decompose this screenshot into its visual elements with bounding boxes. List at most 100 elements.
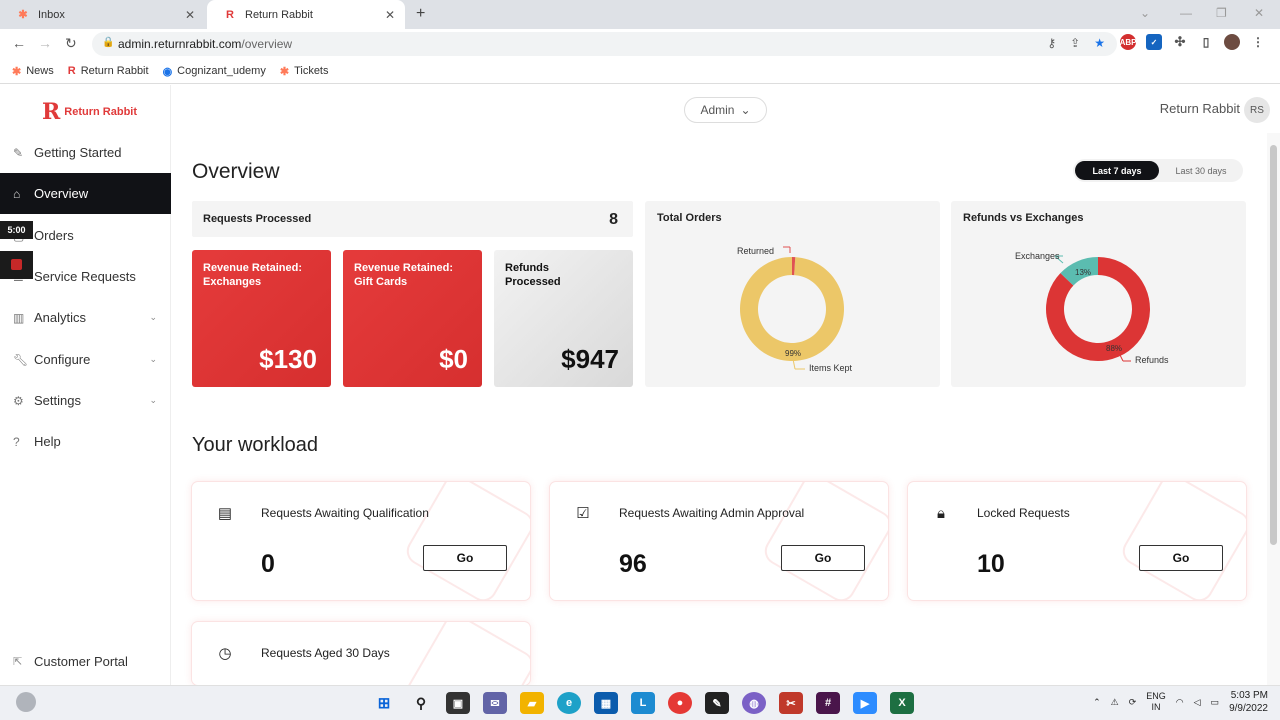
share-icon[interactable]: ⇪ [1070,36,1080,50]
back-icon[interactable]: ← [12,35,26,51]
extensions-bar: ABP ✓ ✣ ▯ ⋮ [1120,34,1266,50]
edge-icon[interactable]: e [557,692,581,714]
windows-start-icon[interactable]: ⊞ [372,692,396,714]
adblock-icon[interactable]: ABP [1120,34,1136,50]
scrollbar-thumb[interactable] [1270,145,1277,545]
close-window-button[interactable]: ✕ [1254,6,1264,20]
bookmark-news[interactable]: ✱ News [12,65,54,78]
sidebar-item-label: Orders [34,228,74,243]
search-icon[interactable]: ⚲ [409,692,433,714]
excel-icon[interactable]: X [890,692,914,714]
bookmark-label: Return Rabbit [80,65,149,77]
maximize-button[interactable]: ❐ [1216,6,1227,20]
language-indicator[interactable]: ENG IN [1146,691,1166,713]
card-value: $947 [561,344,619,374]
workload-card-value: 10 [977,550,1005,578]
total-orders-donut: Returned 99% Items Kept [737,246,853,373]
role-dropdown[interactable]: Admin ⌄ [684,97,767,123]
range-last-7-days[interactable]: Last 7 days [1075,161,1159,180]
refunds-label: Refunds [1135,355,1169,365]
bookmark-cognizant[interactable]: ◉ Cognizant_udemy [163,65,266,78]
forward-icon[interactable]: → [38,35,52,51]
minimize-button[interactable]: — [1180,6,1192,20]
clock-icon: ◷ [218,645,232,662]
edge-icon: ◉ [162,65,173,78]
bookmark-return-rabbit[interactable]: R Return Rabbit [68,65,149,77]
wifi-icon[interactable]: ◠ [1176,697,1184,708]
go-button[interactable]: Go [423,545,507,571]
app-icon[interactable]: ◍ [742,692,766,714]
bookmark-tickets[interactable]: ✱ Tickets [280,65,329,78]
customer-portal-label: Customer Portal [34,653,128,669]
menu-icon[interactable]: ⋮ [1250,34,1266,50]
new-tab-button[interactable]: + [416,5,425,23]
teams-icon[interactable]: ✉ [483,692,507,714]
sidebar-item-label: Overview [34,186,89,201]
folder-icon[interactable]: ▰ [520,692,544,714]
stop-recording-button[interactable] [0,251,33,279]
tab-return-rabbit[interactable]: R Return Rabbit ✕ [207,0,405,29]
workload-card-title: Requests Aged 30 Days [261,646,390,660]
tab-inbox[interactable]: ✱ Inbox ✕ [0,0,205,29]
profile-avatar[interactable] [1224,34,1240,50]
customer-portal-link[interactable]: ⇱ Customer Portal [0,649,171,673]
help-icon: ? [13,434,20,449]
tab-label: Inbox [38,8,65,21]
bookmark-label: News [26,65,54,77]
url-field[interactable]: 🔒 admin.returnrabbit.com/overview ⚷ ⇪ ★ [92,32,1117,56]
sidebar-item-label: Configure [34,352,91,367]
logo[interactable]: R Return Rabbit [42,99,137,125]
chrome-icon[interactable]: ● [668,692,692,714]
card-value: $0 [439,344,468,374]
tray-icon[interactable]: ⟳ [1129,697,1137,708]
close-icon[interactable]: ✕ [385,8,395,22]
scrollbar[interactable] [1267,133,1280,685]
extension-icon[interactable]: ✓ [1146,34,1162,50]
address-bar-row: ← → ↻ 🔒 admin.returnrabbit.com/overview … [0,29,1280,59]
avatar[interactable]: RS [1244,97,1270,123]
chevron-up-icon[interactable]: ⌃ [1093,697,1101,708]
chevron-down-icon: ⌄ [740,103,751,117]
close-icon[interactable]: ✕ [185,8,195,22]
sidebar-item-help[interactable]: ? Help [0,421,171,462]
star-icon[interactable]: ★ [1094,36,1105,50]
pencil-icon: ✎ [13,145,24,160]
sidepanel-icon[interactable]: ▯ [1198,34,1214,50]
sidebar-item-overview[interactable]: ⌂ Overview [0,173,171,214]
snip-icon[interactable]: ✂ [779,692,803,714]
hubspot-icon: ✱ [18,9,28,21]
go-button[interactable]: Go [781,545,865,571]
lock-icon: 🔒︎ [937,504,945,522]
chevron-down-icon[interactable]: ⌄ [1140,6,1150,20]
puzzle-icon[interactable]: ✣ [1172,34,1188,50]
task-view-icon[interactable]: ▣ [446,692,470,714]
zoom-icon[interactable]: ▶ [853,692,877,714]
card-title: Revenue Retained: Exchanges [203,262,303,288]
volume-icon[interactable]: ◁ [1194,697,1201,708]
store-icon[interactable]: ▦ [594,692,618,714]
key-icon[interactable]: ⚷ [1047,36,1056,50]
clock[interactable]: 5:03 PM 9/9/2022 [1229,689,1268,715]
user-name[interactable]: Return Rabbit [1160,101,1240,116]
range-last-30-days[interactable]: Last 30 days [1161,161,1241,180]
go-button[interactable]: Go [1139,545,1223,571]
l-app-icon[interactable]: L [631,692,655,714]
sidebar-item-analytics[interactable]: ▥ Analytics ⌄ [0,297,171,338]
logo-mark: R [42,99,61,125]
sidebar-item-configure[interactable]: 🔧︎ Configure ⌄ [0,339,171,380]
sidebar-item-getting-started[interactable]: ✎ Getting Started [0,132,171,173]
sidebar-item-label: Help [34,434,61,449]
page-title: Overview [192,160,280,183]
clock-date: 9/9/2022 [1229,703,1268,714]
tray-icon[interactable]: ⚠ [1111,697,1119,708]
bookmarks-bar: ✱ News R Return Rabbit ◉ Cognizant_udemy ✱ T… [0,59,1280,84]
widgets-icon[interactable] [16,692,36,712]
terminal-icon[interactable]: ✎ [705,692,729,714]
battery-icon[interactable]: ▭ [1211,697,1220,708]
total-orders-panel: Total Orders Returned 99% Items Kept [645,201,940,387]
items-kept-label: Items Kept [809,363,853,373]
reload-icon[interactable]: ↻ [65,35,77,52]
slack-icon[interactable]: # [816,692,840,714]
workload-card-value: 96 [619,550,647,578]
sidebar-item-settings[interactable]: ⚙ Settings ⌄ [0,380,171,421]
